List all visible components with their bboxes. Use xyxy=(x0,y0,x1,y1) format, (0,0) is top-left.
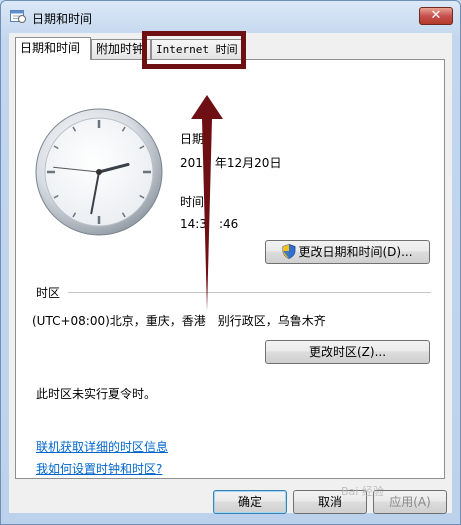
how-to-set-clock-link[interactable]: 我如何设置时钟和时区? xyxy=(36,460,162,477)
tab-panel-date-time: 日期 201 年12月20日 时间 14:3:46 更改日期和时间(D)... 时… xyxy=(15,59,445,479)
title-bar[interactable]: 日期和时间 ✕ xyxy=(1,1,460,31)
dst-note: 此时区未实行夏令时。 xyxy=(36,387,157,401)
close-button[interactable]: ✕ xyxy=(419,7,453,25)
date-time-dialog: 日期和时间 ✕ 日期和时间 附加时钟 Internet 时间 日期 201 年1… xyxy=(0,0,461,525)
timezone-value-prefix: (UTC+08:00)北京，重庆，香港 xyxy=(32,314,206,328)
change-date-time-button[interactable]: 更改日期和时间(D)... xyxy=(265,240,430,264)
uac-shield-icon xyxy=(282,244,296,266)
timezone-divider xyxy=(68,292,431,293)
annotation-highlight-box xyxy=(142,31,246,69)
ok-button[interactable]: 确定 xyxy=(213,490,287,514)
window-title: 日期和时间 xyxy=(32,12,93,26)
change-timezone-button[interactable]: 更改时区(Z)... xyxy=(265,340,430,364)
watermark-text: Bai 经验 xyxy=(341,485,384,498)
close-icon: ✕ xyxy=(430,8,442,23)
dialog-client-area: 日期和时间 附加时钟 Internet 时间 日期 201 年12月20日 时间… xyxy=(9,33,452,514)
calendar-clock-icon xyxy=(10,9,26,23)
timezone-value-suffix: 别行政区，乌鲁木齐 xyxy=(217,314,326,328)
apply-button[interactable]: 应用(A) xyxy=(373,490,447,514)
timezone-section-label: 时区 xyxy=(36,286,61,300)
annotation-arrow-icon xyxy=(191,95,223,311)
tab-date-time[interactable]: 日期和时间 xyxy=(15,37,91,60)
change-date-time-label: 更改日期和时间(D)... xyxy=(298,245,413,259)
online-timezone-info-link[interactable]: 联机获取详细的时区信息 xyxy=(36,438,168,455)
timezone-value: (UTC+08:00)北京，重庆，香港 别行政区，乌鲁木齐 xyxy=(32,312,326,329)
analog-clock xyxy=(35,108,163,236)
